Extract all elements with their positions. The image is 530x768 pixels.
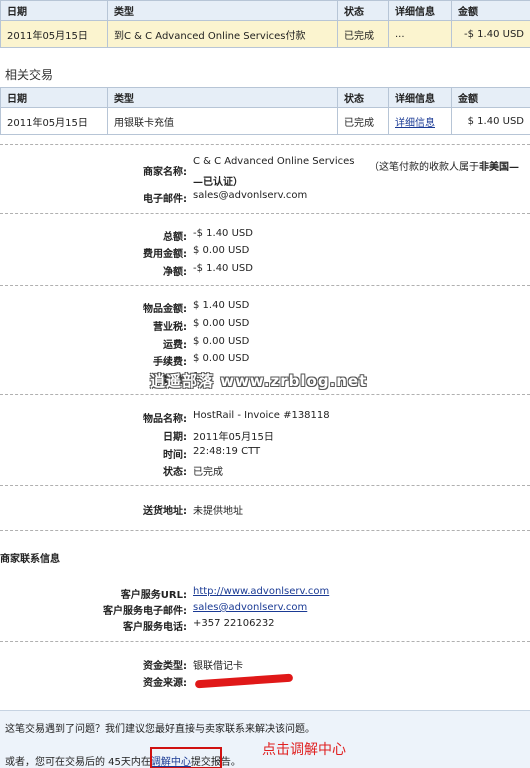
order-status-label: 状态: <box>163 467 187 478</box>
service-phone-value: +357 22106232 <box>193 618 275 629</box>
annotation-text: 点击调解中心 <box>262 742 346 758</box>
footer-line2-prefix: 或者，您可在交易后的 45天内在 <box>5 757 151 768</box>
funding-type-label: 资金类型: <box>143 661 187 672</box>
cell-amount: -$ 1.40 USD <box>451 20 530 48</box>
related-transactions-title: 相关交易 <box>5 68 54 82</box>
cell-amount: $ 1.40 USD <box>451 107 530 135</box>
service-url-link[interactable]: http://www.advonlserv.com <box>193 586 329 597</box>
header-amount: 金额 <box>451 0 530 21</box>
transaction-table: 日期 类型 状态 详细信息 金额 2011年05月15日 到C & C Adva… <box>0 0 530 48</box>
service-email-link[interactable]: sales@advonlserv.com <box>193 602 307 613</box>
merchant-name-value: C & C Advanced Online Services <box>193 156 355 167</box>
related-transactions-table: 日期 类型 状态 详细信息 金额 2011年05月15日 用银联卡充值 已完成 … <box>0 87 530 135</box>
shipping-fee-label: 运费: <box>163 340 187 351</box>
item-name-label: 物品名称: <box>143 414 187 425</box>
header-date: 日期 <box>0 87 108 108</box>
table-header-row: 日期 类型 状态 详细信息 金额 <box>0 0 530 21</box>
cell-details: 详细信息 <box>388 107 452 135</box>
divider <box>0 394 530 395</box>
fee-label: 费用金额: <box>143 249 187 260</box>
order-date-label: 日期: <box>163 432 187 443</box>
cell-date: 2011年05月15日 <box>0 20 108 48</box>
header-status: 状态 <box>337 0 389 21</box>
service-phone-label: 客户服务电话: <box>123 622 187 633</box>
sales-tax-value: $ 0.00 USD <box>193 318 250 329</box>
net-value: -$ 1.40 USD <box>193 263 253 274</box>
table-row: 2011年05月15日 到C & C Advanced Online Servi… <box>0 20 530 48</box>
merchant-name-label: 商家名称: <box>143 167 187 178</box>
divider <box>0 641 530 642</box>
service-email-label: 客户服务电子邮件: <box>103 606 187 617</box>
merchant-note-bold: 非美国— <box>479 162 519 173</box>
order-time-label: 时间: <box>163 450 187 461</box>
funding-source-label: 资金来源: <box>143 678 187 689</box>
header-amount: 金额 <box>451 87 530 108</box>
cell-date: 2011年05月15日 <box>0 107 108 135</box>
merchant-email-value: sales@advonlserv.com <box>193 190 308 201</box>
divider <box>0 485 530 486</box>
footer-problem-text: 这笔交易遇到了问题？我们建议您最好直接与卖家联系来解决该问题。 <box>5 724 315 735</box>
net-label: 净额: <box>163 267 187 278</box>
item-amount-label: 物品金额: <box>143 304 187 315</box>
header-status: 状态 <box>337 87 389 108</box>
gross-label: 总额: <box>163 232 187 243</box>
funding-type-value: 银联借记卡 <box>193 661 243 672</box>
gross-value: -$ 1.40 USD <box>193 228 253 239</box>
divider <box>0 285 530 286</box>
handling-fee-label: 手续费: <box>153 357 187 368</box>
cell-details: ... <box>388 20 452 48</box>
details-link[interactable]: 详细信息 <box>395 118 435 129</box>
header-type: 类型 <box>107 0 338 21</box>
merchant-note: （这笔付款的收款人属于非美国— <box>369 158 519 173</box>
divider <box>0 530 530 531</box>
redaction-scribble <box>194 673 294 689</box>
header-details: 详细信息 <box>388 87 452 108</box>
order-date-value: 2011年05月15日 <box>193 432 274 443</box>
sales-tax-label: 营业税: <box>153 322 187 333</box>
header-details: 详细信息 <box>388 0 452 21</box>
item-amount-value: $ 1.40 USD <box>193 300 250 311</box>
handling-fee-value: $ 0.00 USD <box>193 353 250 364</box>
service-url-label: 客户服务URL: <box>120 590 187 601</box>
merchant-note-line2: —已认证） <box>193 177 243 188</box>
order-status-value: 已完成 <box>193 467 223 478</box>
cell-status: 已完成 <box>337 107 389 135</box>
divider <box>0 144 530 145</box>
header-type: 类型 <box>107 87 338 108</box>
ship-address-value: 未提供地址 <box>193 506 243 517</box>
merchant-email-label: 电子邮件: <box>143 194 187 205</box>
divider <box>0 213 530 214</box>
table-row: 2011年05月15日 用银联卡充值 已完成 详细信息 $ 1.40 USD <box>0 107 530 135</box>
fee-value: $ 0.00 USD <box>193 245 250 256</box>
table-header-row: 日期 类型 状态 详细信息 金额 <box>0 87 530 108</box>
highlight-box <box>150 747 222 768</box>
watermark: 逍遥部落 www.zrblog.net <box>150 372 368 390</box>
shipping-fee-value: $ 0.00 USD <box>193 336 250 347</box>
merchant-note-prefix: （这笔付款的收款人属于 <box>369 162 479 173</box>
cell-type: 到C & C Advanced Online Services付款 <box>107 20 338 48</box>
item-name-value: HostRail - Invoice #138118 <box>193 410 330 421</box>
header-date: 日期 <box>0 0 108 21</box>
footer: 这笔交易遇到了问题？我们建议您最好直接与卖家联系来解决该问题。 或者，您可在交易… <box>0 710 530 768</box>
cell-type: 用银联卡充值 <box>107 107 338 135</box>
ship-address-label: 送货地址: <box>143 506 187 517</box>
cell-status: 已完成 <box>337 20 389 48</box>
merchant-contact-heading: 商家联系信息 <box>0 554 60 565</box>
order-time-value: 22:48:19 CTT <box>193 446 261 457</box>
